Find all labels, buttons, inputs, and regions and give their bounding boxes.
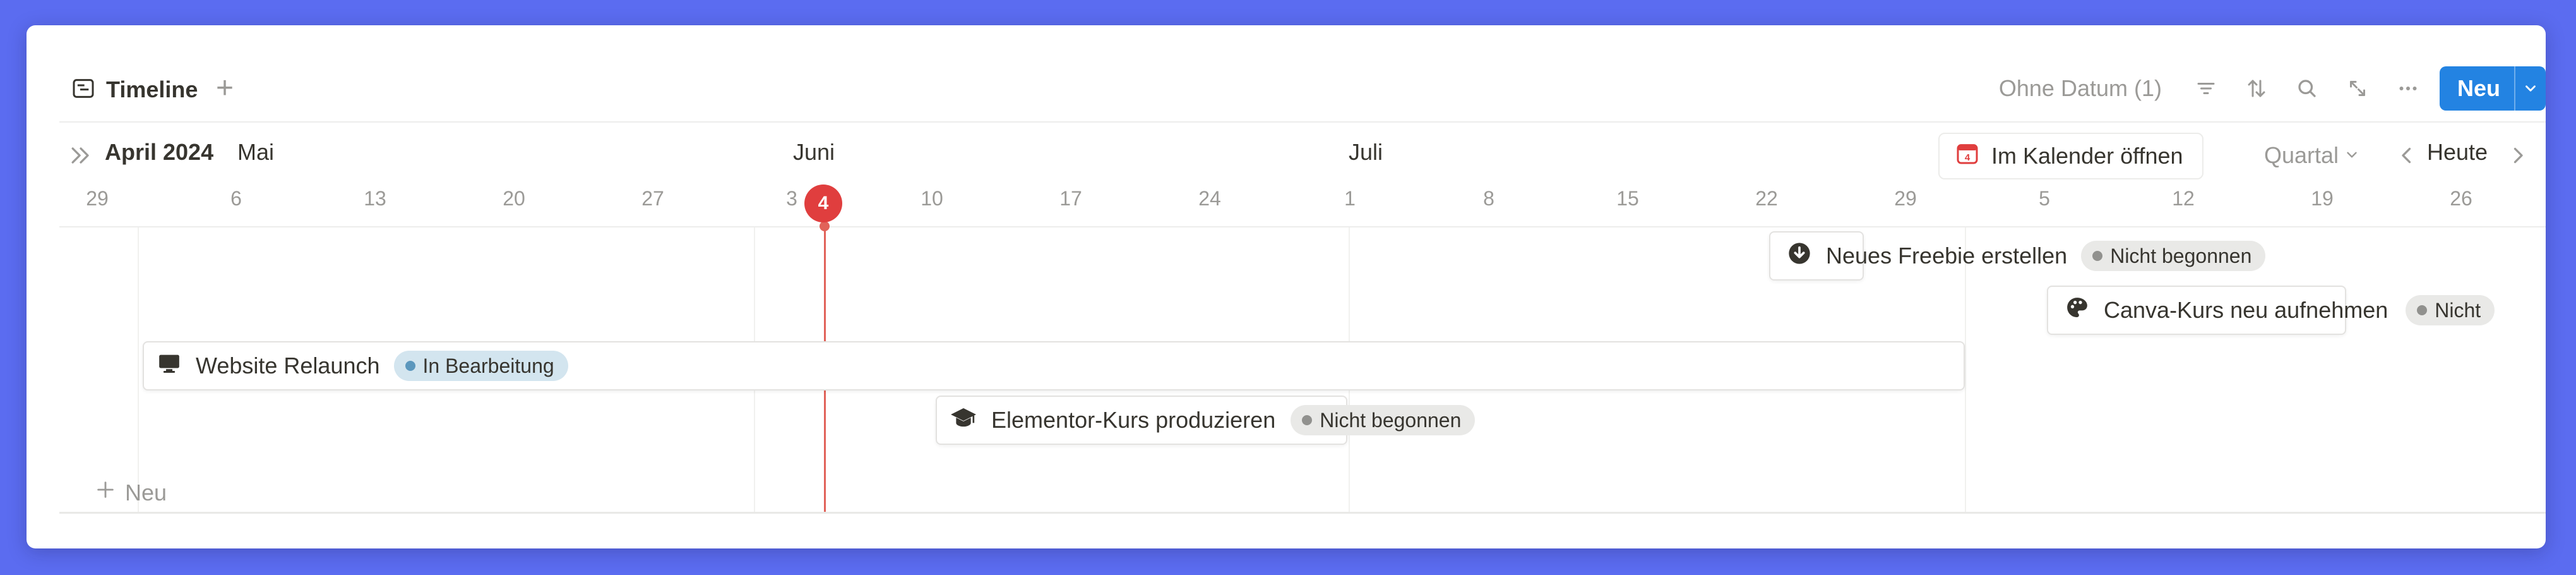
status-label: In Bearbeitung	[422, 354, 554, 377]
today-line-dot	[820, 221, 830, 231]
day-label: 1	[1344, 187, 1356, 210]
status-label: Nicht begonnen	[1320, 408, 1462, 432]
range-select-label: Quartal	[2264, 142, 2339, 168]
status-badge: Nicht	[2406, 295, 2495, 325]
day-label: 17	[1059, 187, 1082, 210]
filter-icon[interactable]	[2187, 70, 2225, 107]
graduation-cap-icon	[950, 405, 977, 436]
sort-icon[interactable]	[2238, 70, 2275, 107]
status-label: Nicht	[2435, 298, 2481, 322]
status-badge: Nicht begonnen	[2081, 241, 2266, 271]
item-title: Neues Freebie erstellen	[1826, 243, 2068, 269]
day-label: 3	[786, 187, 797, 210]
open-calendar-button[interactable]: 4 Im Kalender öffnen	[1938, 133, 2203, 179]
new-button-label[interactable]: Neu	[2440, 66, 2514, 111]
tab-timeline[interactable]: Timeline	[71, 71, 198, 109]
day-label: 10	[921, 187, 943, 210]
status-badge: Nicht begonnen	[1291, 405, 1476, 435]
status-dot	[1302, 415, 1313, 425]
timeline-view-icon	[71, 76, 96, 104]
view-title: Timeline	[106, 76, 198, 102]
month-label-april: April 2024	[105, 139, 214, 165]
day-label: 12	[2172, 187, 2195, 210]
today-badge: 4	[804, 185, 842, 222]
range-select[interactable]: Quartal	[2264, 136, 2360, 174]
day-label: 29	[86, 187, 109, 210]
palette-icon	[2065, 295, 2090, 326]
status-dot	[2092, 251, 2103, 261]
chevron-left-icon[interactable]	[2395, 144, 2418, 170]
add-view-button[interactable]: +	[216, 70, 234, 107]
day-label: 29	[1894, 187, 1917, 210]
day-label: 24	[1198, 187, 1221, 210]
chevron-down-icon	[2344, 142, 2360, 169]
days-divider	[59, 226, 2546, 227]
collapse-sidebar-icon[interactable]	[67, 142, 95, 172]
day-label: 15	[1616, 187, 1639, 210]
day-label: 6	[230, 187, 242, 210]
month-label-mai: Mai	[237, 139, 275, 165]
month-label-juli: Juli	[1349, 139, 1383, 165]
plus-icon	[95, 479, 116, 506]
today-button[interactable]: Heute	[2427, 139, 2488, 166]
timeline-item-freebie[interactable]: Neues Freebie erstellen Nicht begonnen	[1787, 233, 2266, 279]
header-divider	[59, 121, 2546, 123]
add-row-button[interactable]: Neu	[95, 479, 167, 506]
status-dot	[2417, 305, 2428, 315]
status-label: Nicht begonnen	[2110, 244, 2252, 267]
day-label: 8	[1483, 187, 1494, 210]
expand-icon[interactable]	[2339, 70, 2376, 107]
add-row-label: Neu	[125, 479, 167, 505]
timeline-card: Timeline + Ohne Datum (1) Neu April 2024…	[27, 25, 2546, 548]
calendar-icon: 4	[1955, 141, 1980, 172]
timeline-item-canva[interactable]: Canva-Kurs neu aufnehmen Nicht	[2065, 287, 2495, 334]
monitor-icon	[157, 351, 182, 382]
new-button[interactable]: Neu	[2439, 66, 2546, 111]
day-label: 20	[503, 187, 525, 210]
day-label: 26	[2450, 187, 2472, 210]
no-date-button[interactable]: Ohne Datum (1)	[1999, 75, 2162, 102]
day-label: 27	[641, 187, 664, 210]
svg-text:4: 4	[1965, 152, 1971, 162]
day-label: 13	[364, 187, 386, 210]
item-title: Website Relaunch	[196, 353, 380, 378]
day-label: 22	[1755, 187, 1778, 210]
item-title: Canva-Kurs neu aufnehmen	[2104, 297, 2388, 323]
timeline-item-website-relaunch[interactable]: Website Relaunch In Bearbeitung	[157, 342, 568, 389]
month-gridline	[138, 227, 139, 512]
timeline-bottom-border	[59, 512, 2546, 514]
more-icon[interactable]	[2389, 70, 2427, 107]
download-circle-icon	[1787, 241, 1812, 272]
status-badge: In Bearbeitung	[393, 351, 568, 381]
search-icon[interactable]	[2288, 70, 2326, 107]
timeline-item-elementor[interactable]: Elementor-Kurs produzieren Nicht begonne…	[950, 397, 1476, 444]
chevron-right-icon[interactable]	[2507, 144, 2529, 170]
item-title: Elementor-Kurs produzieren	[991, 407, 1276, 433]
status-dot	[405, 361, 415, 371]
day-label: 5	[2039, 187, 2050, 210]
day-label: 19	[2311, 187, 2334, 210]
month-label-juni: Juni	[793, 139, 835, 165]
chevron-down-icon[interactable]	[2515, 66, 2546, 111]
open-calendar-label: Im Kalender öffnen	[1991, 143, 2183, 169]
